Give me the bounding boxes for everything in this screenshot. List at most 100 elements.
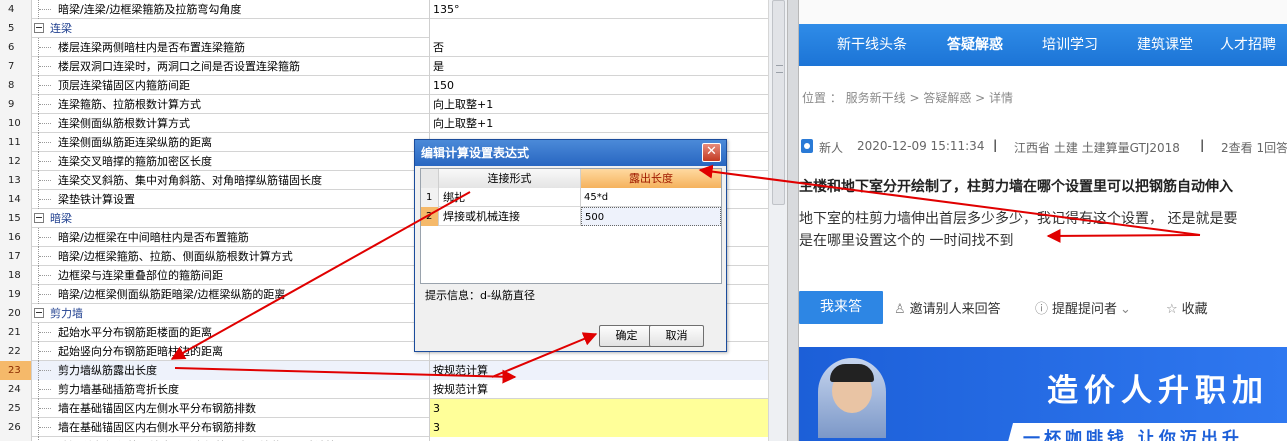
setting-label: 连梁箍筋、拉筋根数计算方式 (58, 98, 201, 111)
row-number: 19 (0, 285, 32, 304)
banner-title: 造价人升职加 (1047, 373, 1269, 409)
window-splitter[interactable] (787, 0, 799, 441)
row-number: 16 (0, 228, 32, 247)
table-row[interactable]: 24 剪力墙基础插筋弯折长度 按规范计算 (0, 380, 768, 399)
row-number: 7 (0, 57, 32, 76)
length-cell[interactable]: 500 (581, 207, 721, 226)
setting-label: 顶层连梁锚固区内箍筋间距 (58, 79, 190, 92)
table-row[interactable]: 9 连梁箍筋、拉筋根数计算方式 向上取整+1 (0, 95, 768, 114)
remind-asker-link[interactable]: ⓘ 提醒提问者 ⌄ (1035, 298, 1135, 317)
table-row[interactable]: 10 连梁侧面纵筋根数计算方式 向上取整+1 (0, 114, 768, 133)
setting-value-cell[interactable]: 150 (430, 76, 768, 95)
view-answer-count: 2查看 1回答 (1221, 141, 1287, 155)
dialog-title: 编辑计算设置表达式 (415, 140, 726, 166)
setting-name-cell: 暗梁/边框梁箍筋、拉筋、侧面纵筋根数计算方式 (32, 247, 430, 266)
tree-connector (39, 294, 51, 295)
row-number: 1 (421, 188, 439, 207)
question-body-line: 地下室的柱剪力墙伸出首层多少多少，我记得有这个设置， 还是就是要 (799, 211, 1238, 227)
author-name[interactable]: 新人 (819, 139, 843, 156)
table-row[interactable]: 25 墙在基础锚固区内左侧水平分布钢筋排数 3 (0, 399, 768, 418)
setting-value-cell[interactable]: 按规范计算 (430, 361, 768, 380)
connection-type-cell[interactable]: 焊接或机械连接 (439, 207, 581, 226)
ok-button[interactable]: 确定 (599, 325, 654, 347)
table-row[interactable]: 27 暗梁/边框梁纵筋与墙水平分布钢筋距离与墙截面尺寸计算平面 (0, 437, 768, 441)
setting-name-cell: 剪力墙 (32, 304, 430, 323)
nav-item-headlines[interactable]: 新干线头条 (837, 24, 907, 66)
info-icon: ⓘ (1035, 302, 1049, 317)
length-cell[interactable]: 45*d (581, 188, 721, 207)
collect-link[interactable]: ☆ 收藏 (1166, 298, 1208, 317)
scrollbar-thumb[interactable] (772, 0, 785, 205)
meta-separator: | (1200, 138, 1205, 152)
setting-label: 连梁侧面纵筋根数计算方式 (58, 117, 190, 130)
group-row[interactable]: 5 连梁 (0, 19, 768, 38)
setting-value-cell[interactable]: 向上取整+1 (430, 95, 768, 114)
connection-type-cell[interactable]: 绑扎 (439, 188, 581, 207)
row-number: 5 (0, 19, 32, 38)
table-row[interactable]: 7 楼层双洞口连梁时，两洞口之间是否设置连梁箍筋 是 (0, 57, 768, 76)
setting-label: 暗梁/连梁/边框梁箍筋及拉筋弯勾角度 (58, 3, 242, 16)
nav-item-training[interactable]: 培训学习 (1042, 24, 1098, 66)
row-number: 14 (0, 190, 32, 209)
setting-value-cell[interactable]: 向上取整+1 (430, 114, 768, 133)
close-icon[interactable]: ✕ (702, 143, 721, 162)
column-header-connection[interactable]: 连接形式 (439, 169, 581, 188)
collapse-icon[interactable] (34, 23, 44, 33)
invite-answer-link[interactable]: ♙ 邀请别人来回答 (894, 298, 1001, 317)
column-header-length[interactable]: 露出长度 (581, 169, 721, 188)
cancel-button[interactable]: 取消 (649, 325, 704, 347)
banner-subtitle: 一杯咖啡钱 让你迈出升 (1023, 429, 1243, 441)
setting-name-cell: 剪力墙基础插筋弯折长度 (32, 380, 430, 399)
tree-connector (39, 47, 51, 48)
table-row[interactable]: 8 顶层连梁锚固区内箍筋间距 150 (0, 76, 768, 95)
table-header: 连接形式 露出长度 (421, 169, 721, 188)
setting-name-cell: 连梁交叉暗撑的箍筋加密区长度 (32, 152, 430, 171)
collapse-icon[interactable] (34, 308, 44, 318)
setting-label: 墙在基础锚固区内左侧水平分布钢筋排数 (58, 402, 256, 415)
setting-value-cell[interactable]: 135° (430, 0, 768, 19)
breadcrumb[interactable]: 位置 ： 服务新干线 > 答疑解惑 > 详情 (802, 89, 1013, 106)
setting-name-cell: 梁垫铁计算设置 (32, 190, 430, 209)
tree-connector (39, 408, 51, 409)
answer-button[interactable]: 我来答 (799, 291, 883, 324)
setting-value-cell[interactable] (430, 19, 768, 38)
setting-name-cell: 暗梁/边框梁侧面纵筋距暗梁/边框梁纵筋的距离 (32, 285, 430, 304)
table-row[interactable]: 26 墙在基础锚固区内右侧水平分布钢筋排数 3 (0, 418, 768, 437)
setting-name-cell: 暗梁/边框梁纵筋与墙水平分布钢筋距离与墙截面尺寸计算平面 (32, 437, 430, 441)
nav-item-classroom[interactable]: 建筑课堂 (1137, 24, 1193, 66)
setting-name-cell: 连梁侧面纵筋距连梁纵筋的距离 (32, 133, 430, 152)
hint-text: 提示信息：d-纵筋直径 (425, 289, 535, 302)
table-row[interactable]: 23 剪力墙纵筋露出长度 按规范计算 (0, 361, 768, 380)
setting-value-cell[interactable] (430, 437, 768, 441)
tree-connector (39, 275, 51, 276)
nav-item-jobs[interactable]: 人才招聘 (1220, 24, 1276, 66)
setting-name-cell: 边框梁与连梁重叠部位的箍筋间距 (32, 266, 430, 285)
table-row[interactable]: 2 焊接或机械连接 500 (421, 207, 721, 226)
collapse-icon[interactable] (34, 213, 44, 223)
setting-label: 楼层双洞口连梁时，两洞口之间是否设置连梁箍筋 (58, 60, 300, 73)
setting-name-cell: 暗梁/连梁/边框梁箍筋及拉筋弯勾角度 (32, 0, 430, 19)
nav-item-qa[interactable]: 答疑解惑 (947, 24, 1003, 66)
table-row[interactable]: 1 绑扎 45*d (421, 188, 721, 207)
setting-name-cell: 连梁侧面纵筋根数计算方式 (32, 114, 430, 133)
setting-label: 边框梁与连梁重叠部位的箍筋间距 (58, 269, 223, 282)
vertical-scrollbar[interactable] (768, 0, 787, 441)
setting-value-cell[interactable]: 3 (430, 399, 768, 418)
setting-value-cell[interactable]: 3 (430, 418, 768, 437)
setting-value-cell[interactable]: 否 (430, 38, 768, 57)
tree-connector (39, 370, 51, 371)
meta-separator: | (993, 138, 998, 152)
tree-connector (39, 123, 51, 124)
setting-label: 暗梁/边框梁侧面纵筋距暗梁/边框梁纵筋的距离 (58, 288, 286, 301)
tree-connector (39, 85, 51, 86)
setting-value-cell[interactable]: 按规范计算 (430, 380, 768, 399)
group-label: 暗梁 (50, 212, 72, 225)
table-row[interactable]: 6 楼层连梁两侧暗柱内是否布置连梁箍筋 否 (0, 38, 768, 57)
promo-banner[interactable]: 造价人升职加 一杯咖啡钱 让你迈出升 (799, 347, 1287, 441)
table-row[interactable]: 4 暗梁/连梁/边框梁箍筋及拉筋弯勾角度 135° (0, 0, 768, 19)
setting-label: 起始水平分布钢筋距楼面的距离 (58, 326, 212, 339)
row-number: 4 (0, 0, 32, 19)
setting-value-cell[interactable]: 是 (430, 57, 768, 76)
question-body-line: 是在哪里设置这个的 一时间找不到 (799, 233, 1014, 249)
tree-connector (39, 427, 51, 428)
